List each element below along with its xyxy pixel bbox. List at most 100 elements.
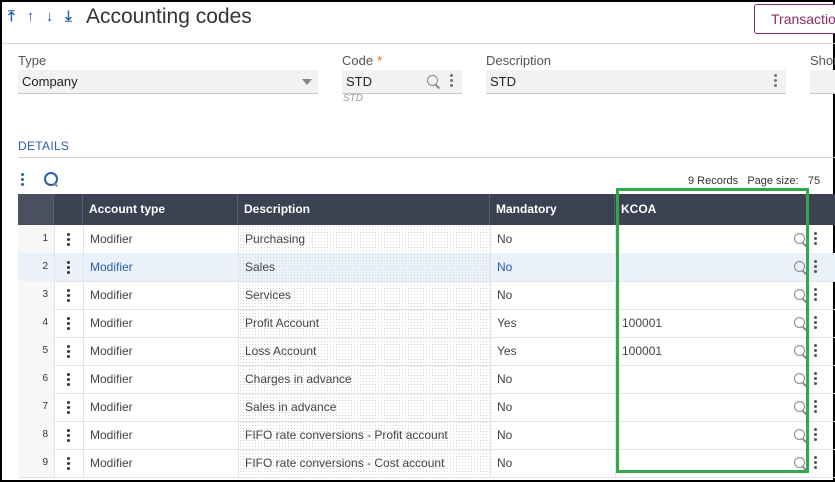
kcoa-more-icon[interactable] xyxy=(813,344,817,357)
cell-mandatory[interactable]: No xyxy=(491,393,615,421)
row-menu-icon[interactable] xyxy=(66,429,70,442)
cell-account-type[interactable]: Modifier xyxy=(84,337,238,365)
cell-description[interactable]: Purchasing xyxy=(239,225,490,253)
code-label: Code * xyxy=(342,53,382,68)
cell-account-type[interactable]: Modifier xyxy=(84,281,238,309)
description-value: STD xyxy=(490,74,516,89)
cell-account-type[interactable]: Modifier xyxy=(84,449,238,477)
code-field[interactable]: STD xyxy=(342,70,462,94)
kcoa-more-icon[interactable] xyxy=(813,316,817,329)
last-record-icon[interactable]: ⤓ xyxy=(61,8,76,25)
kcoa-lookup-icon[interactable] xyxy=(794,345,805,356)
table-row[interactable]: 8 Modifier FIFO rate conversions - Profit … xyxy=(18,421,835,450)
row-menu-icon[interactable] xyxy=(66,289,70,302)
transactions-button[interactable]: Transactio xyxy=(754,4,835,34)
cell-account-type[interactable]: Modifier xyxy=(84,309,238,337)
cell-account-type[interactable]: Modifier xyxy=(84,253,238,281)
header-kcoa[interactable]: KCOA xyxy=(615,194,835,225)
code-more-icon[interactable] xyxy=(449,74,453,87)
kcoa-lookup-icon[interactable] xyxy=(794,233,805,244)
cell-mandatory[interactable]: No xyxy=(491,225,615,253)
row-menu-icon[interactable] xyxy=(66,373,70,386)
cell-mandatory[interactable]: No xyxy=(491,449,615,477)
short-field[interactable] xyxy=(810,70,835,94)
cell-account-type[interactable]: Modifier xyxy=(84,421,238,449)
cell-kcoa[interactable]: 100001 xyxy=(616,337,786,365)
kcoa-more-icon[interactable] xyxy=(813,428,817,441)
cell-kcoa[interactable] xyxy=(616,225,786,253)
first-record-icon[interactable]: ⤒ xyxy=(4,8,19,25)
kcoa-lookup-icon[interactable] xyxy=(794,457,805,468)
row-number: 8 xyxy=(18,421,54,449)
table-row[interactable]: 5 Modifier Loss Account Yes 100001 xyxy=(18,337,835,366)
table-row[interactable]: 3 Modifier Services No xyxy=(18,281,835,310)
cell-kcoa[interactable] xyxy=(616,421,786,449)
kcoa-more-icon[interactable] xyxy=(813,456,817,469)
table-row[interactable]: 1 Modifier Purchasing No xyxy=(18,225,835,254)
row-number: 3 xyxy=(18,281,54,309)
kcoa-more-icon[interactable] xyxy=(813,372,817,385)
cell-mandatory[interactable]: No xyxy=(491,421,615,449)
next-record-icon[interactable]: ↓ xyxy=(42,8,57,25)
description-more-icon[interactable] xyxy=(773,74,777,87)
row-menu-icon[interactable] xyxy=(66,401,70,414)
cell-mandatory[interactable]: No xyxy=(491,365,615,393)
cell-account-type[interactable]: Modifier xyxy=(84,225,238,253)
row-menu-icon[interactable] xyxy=(66,317,70,330)
search-icon[interactable] xyxy=(427,75,438,86)
row-menu-icon[interactable] xyxy=(66,457,70,470)
kcoa-lookup-icon[interactable] xyxy=(794,429,805,440)
cell-description[interactable]: Sales in advance xyxy=(239,393,490,421)
kcoa-lookup-icon[interactable] xyxy=(794,401,805,412)
cell-description[interactable]: FIFO rate conversions - Profit account xyxy=(239,421,490,449)
record-navigation: ⤒ ↑ ↓ ⤓ xyxy=(4,8,76,25)
cell-description[interactable]: FIFO rate conversions - Cost account xyxy=(239,449,490,477)
header-description[interactable]: Description xyxy=(238,194,490,225)
description-field[interactable]: STD xyxy=(486,70,786,94)
row-menu-icon[interactable] xyxy=(66,233,70,246)
kcoa-lookup-icon[interactable] xyxy=(794,317,805,328)
description-label: Description xyxy=(486,53,552,68)
header-account-type[interactable]: Account type xyxy=(83,194,238,225)
cell-kcoa[interactable] xyxy=(616,253,786,281)
cell-kcoa[interactable] xyxy=(616,393,786,421)
cell-mandatory[interactable]: Yes xyxy=(491,309,615,337)
cell-kcoa[interactable] xyxy=(616,365,786,393)
kcoa-more-icon[interactable] xyxy=(813,260,817,273)
cell-kcoa[interactable] xyxy=(616,449,786,477)
table-row[interactable]: 7 Modifier Sales in advance No xyxy=(18,393,835,422)
cell-mandatory[interactable]: No xyxy=(491,281,615,309)
page-size-value[interactable]: 75 xyxy=(808,175,820,187)
cell-kcoa[interactable] xyxy=(616,281,786,309)
table-row[interactable]: 4 Modifier Profit Account Yes 100001 xyxy=(18,309,835,338)
cell-account-type[interactable]: Modifier xyxy=(84,393,238,421)
grid-menu-icon[interactable] xyxy=(20,172,24,186)
cell-description[interactable]: Services xyxy=(239,281,490,309)
kcoa-more-icon[interactable] xyxy=(813,400,817,413)
grid-search-icon[interactable] xyxy=(44,172,58,186)
table-row[interactable]: 6 Modifier Charges in advance No xyxy=(18,365,835,394)
cell-description[interactable]: Profit Account xyxy=(239,309,490,337)
divider xyxy=(54,365,55,393)
cell-mandatory[interactable]: No xyxy=(491,253,615,281)
kcoa-more-icon[interactable] xyxy=(813,288,817,301)
chevron-down-icon[interactable] xyxy=(302,79,312,85)
cell-kcoa[interactable]: 100001 xyxy=(616,309,786,337)
cell-description[interactable]: Loss Account xyxy=(239,337,490,365)
cell-account-type[interactable]: Modifier xyxy=(84,365,238,393)
kcoa-lookup-icon[interactable] xyxy=(794,373,805,384)
cell-description[interactable]: Charges in advance xyxy=(239,365,490,393)
kcoa-lookup-icon[interactable] xyxy=(794,261,805,272)
cell-description[interactable]: Sales xyxy=(239,253,490,281)
row-menu-icon[interactable] xyxy=(66,261,70,274)
type-select[interactable]: Company xyxy=(18,70,318,94)
cell-mandatory[interactable]: Yes xyxy=(491,337,615,365)
row-menu-icon[interactable] xyxy=(66,345,70,358)
previous-record-icon[interactable]: ↑ xyxy=(23,8,38,25)
header-mandatory[interactable]: Mandatory xyxy=(490,194,615,225)
table-row[interactable]: 9 Modifier FIFO rate conversions - Cost ac… xyxy=(18,449,835,478)
kcoa-lookup-icon[interactable] xyxy=(794,289,805,300)
kcoa-more-icon[interactable] xyxy=(813,232,817,245)
top-bar: ⤒ ↑ ↓ ⤓ Accounting codes Transactio xyxy=(2,2,835,42)
table-row[interactable]: 2 Modifier Sales No xyxy=(18,253,835,282)
